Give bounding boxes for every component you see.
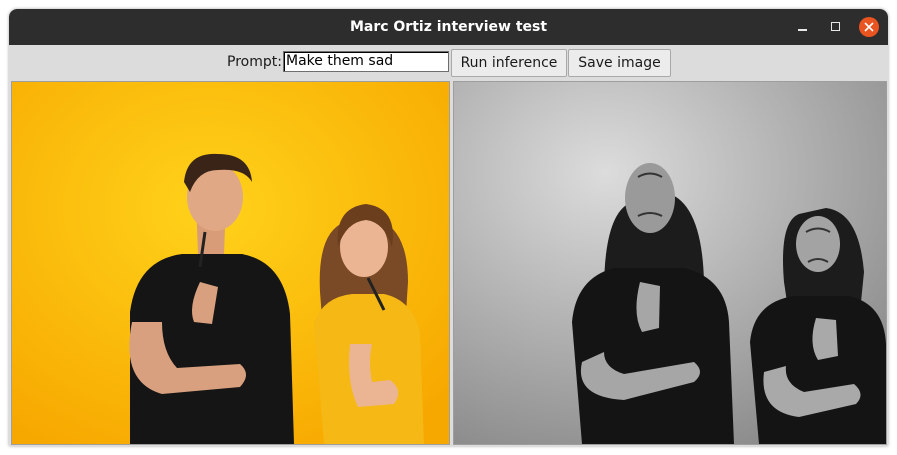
output-image-panel (453, 81, 887, 445)
toolbar: Prompt: Make them sad Run inference Save… (9, 45, 888, 81)
window-title: Marc Ortiz interview test (349, 19, 548, 35)
input-image-panel (11, 81, 450, 445)
maximize-icon[interactable] (827, 18, 845, 36)
input-photo-image (12, 82, 449, 444)
prompt-label: Prompt: (227, 54, 282, 70)
save-image-button[interactable]: Save image (568, 49, 671, 77)
app-window: Marc Ortiz interview test Prompt: Make t… (9, 9, 888, 446)
close-icon[interactable] (859, 17, 879, 37)
title-bar[interactable]: Marc Ortiz interview test (9, 9, 888, 45)
output-photo-image (454, 82, 886, 444)
run-inference-button[interactable]: Run inference (451, 49, 567, 77)
prompt-input[interactable]: Make them sad (283, 51, 449, 72)
minimize-icon[interactable] (794, 18, 812, 36)
